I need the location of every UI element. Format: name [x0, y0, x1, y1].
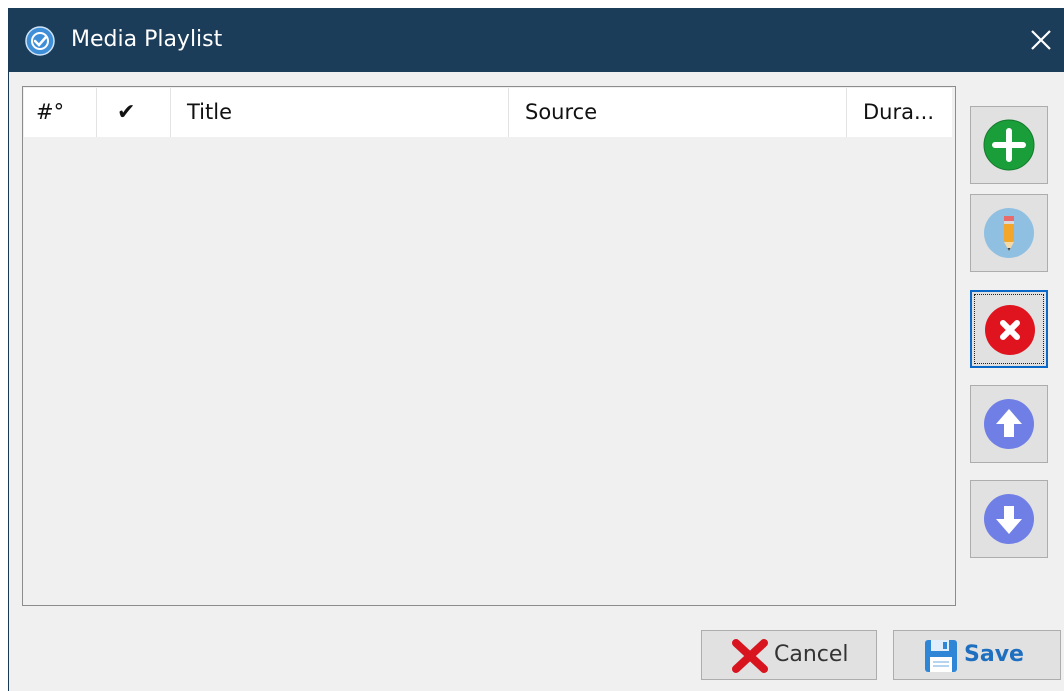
save-label: Save [964, 642, 1024, 667]
plus-circle-icon [983, 119, 1035, 171]
edit-item-button[interactable] [970, 194, 1048, 272]
column-header-number[interactable]: #° [24, 88, 97, 137]
cancel-x-icon [732, 639, 768, 673]
move-up-button[interactable] [970, 385, 1048, 463]
playlist-table[interactable]: #° ✔ Title Source Dura... [22, 86, 956, 606]
save-button[interactable]: Save [893, 630, 1061, 680]
arrow-down-circle-icon [984, 494, 1034, 544]
close-button[interactable] [1023, 22, 1059, 58]
column-header-duration[interactable]: Dura... [847, 88, 952, 137]
column-header-enabled[interactable]: ✔ [97, 88, 171, 137]
column-header-title[interactable]: Title [171, 88, 509, 137]
close-icon [1031, 30, 1051, 50]
x-circle-icon [985, 305, 1035, 355]
add-item-button[interactable] [970, 106, 1048, 184]
pencil-icon [984, 208, 1034, 258]
window-title: Media Playlist [71, 27, 223, 52]
remove-item-button[interactable] [970, 290, 1048, 368]
app-icon [25, 26, 55, 56]
column-header-source[interactable]: Source [509, 88, 847, 137]
media-playlist-dialog: Media Playlist #° ✔ Title Source Dura... [8, 8, 1064, 691]
table-header: #° ✔ Title Source Dura... [24, 88, 952, 137]
arrow-up-circle-icon [984, 399, 1034, 449]
title-bar[interactable]: Media Playlist [9, 8, 1064, 72]
cancel-label: Cancel [774, 642, 849, 667]
floppy-disk-icon [925, 640, 957, 672]
move-down-button[interactable] [970, 480, 1048, 558]
cancel-button[interactable]: Cancel [701, 630, 877, 680]
